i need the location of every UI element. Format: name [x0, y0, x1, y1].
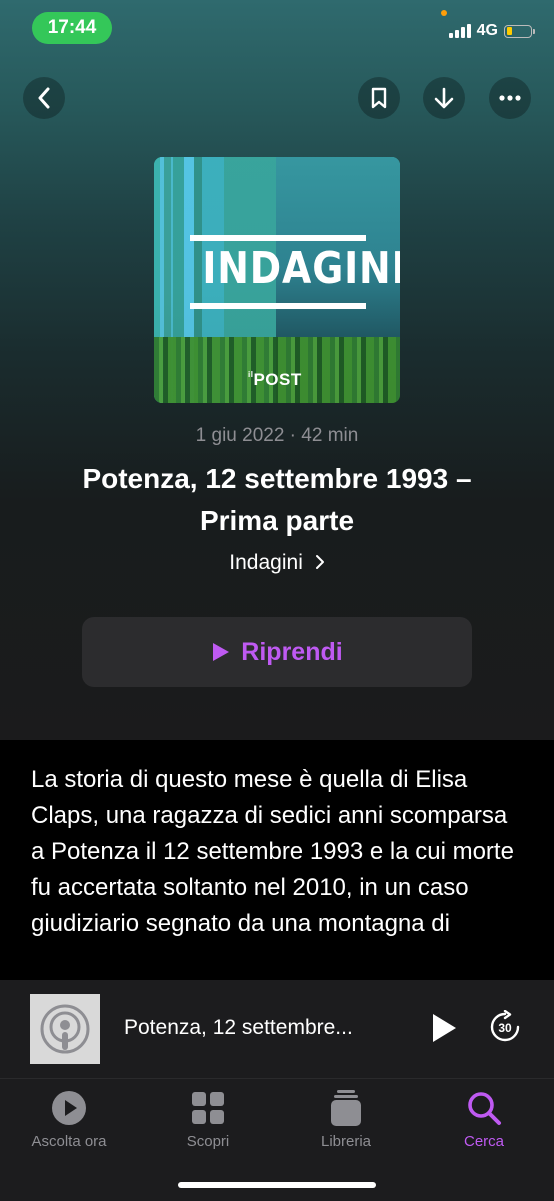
- svg-text:30: 30: [498, 1021, 512, 1035]
- play-circle-icon: [52, 1091, 86, 1125]
- tab-scopri[interactable]: Scopri: [153, 1089, 263, 1150]
- arrow-down-icon: [434, 87, 454, 109]
- tab-libreria[interactable]: Libreria: [291, 1089, 401, 1150]
- signal-icon: [448, 24, 471, 38]
- home-indicator[interactable]: [178, 1182, 376, 1188]
- bookmark-icon: [371, 87, 387, 109]
- artwork-title: INDAGINI: [202, 243, 400, 294]
- resume-label: Riprendi: [241, 637, 343, 666]
- bookmark-button[interactable]: [358, 77, 400, 119]
- grid-icon: [192, 1092, 224, 1124]
- episode-description: La storia di questo mese è quella di Eli…: [31, 766, 514, 937]
- resume-button[interactable]: Riprendi: [82, 617, 472, 687]
- show-link[interactable]: Indagini: [0, 551, 554, 575]
- tab-label: Ascolta ora: [31, 1133, 107, 1150]
- play-button[interactable]: [430, 1012, 458, 1049]
- mini-player-artwork: [30, 994, 100, 1064]
- skip-forward-button[interactable]: 30: [488, 1009, 522, 1044]
- tab-label: Scopri: [186, 1133, 230, 1150]
- tab-label: Cerca: [463, 1133, 504, 1150]
- episode-artwork: INDAGINI ilPOST: [154, 157, 400, 403]
- battery-icon: [504, 24, 535, 38]
- chevron-left-icon: [38, 87, 50, 109]
- tab-cerca[interactable]: Cerca: [429, 1089, 539, 1150]
- play-icon: [433, 1014, 456, 1042]
- artwork-brand: ilPOST: [248, 370, 302, 389]
- episode-meta: 1 giu 2022 · 42 min: [195, 425, 359, 446]
- library-icon: [331, 1090, 361, 1126]
- chevron-right-icon: [315, 555, 324, 569]
- skip-forward-30-icon: 30: [490, 1009, 520, 1042]
- mini-player[interactable]: Potenza, 12 settembre... 30: [0, 980, 554, 1078]
- ellipsis-icon: [499, 95, 521, 101]
- more-button[interactable]: [489, 77, 531, 119]
- privacy-indicator: [441, 10, 447, 16]
- mini-player-title: Potenza, 12 settembre...: [124, 1016, 353, 1039]
- network-type: 4G: [476, 22, 498, 39]
- back-button[interactable]: [23, 77, 65, 119]
- status-time: 17:44: [32, 12, 112, 44]
- episode-title: Potenza, 12 settembre 1993 – Prima parte: [82, 463, 472, 536]
- status-indicators: 4G: [448, 22, 535, 40]
- show-name: Indagini: [229, 551, 303, 574]
- search-icon: [468, 1092, 501, 1125]
- play-icon: [213, 643, 230, 661]
- tab-label: Libreria: [320, 1133, 372, 1150]
- download-button[interactable]: [423, 77, 465, 119]
- tab-ascolta-ora[interactable]: Ascolta ora: [14, 1089, 124, 1150]
- podcasts-icon: [40, 1004, 90, 1054]
